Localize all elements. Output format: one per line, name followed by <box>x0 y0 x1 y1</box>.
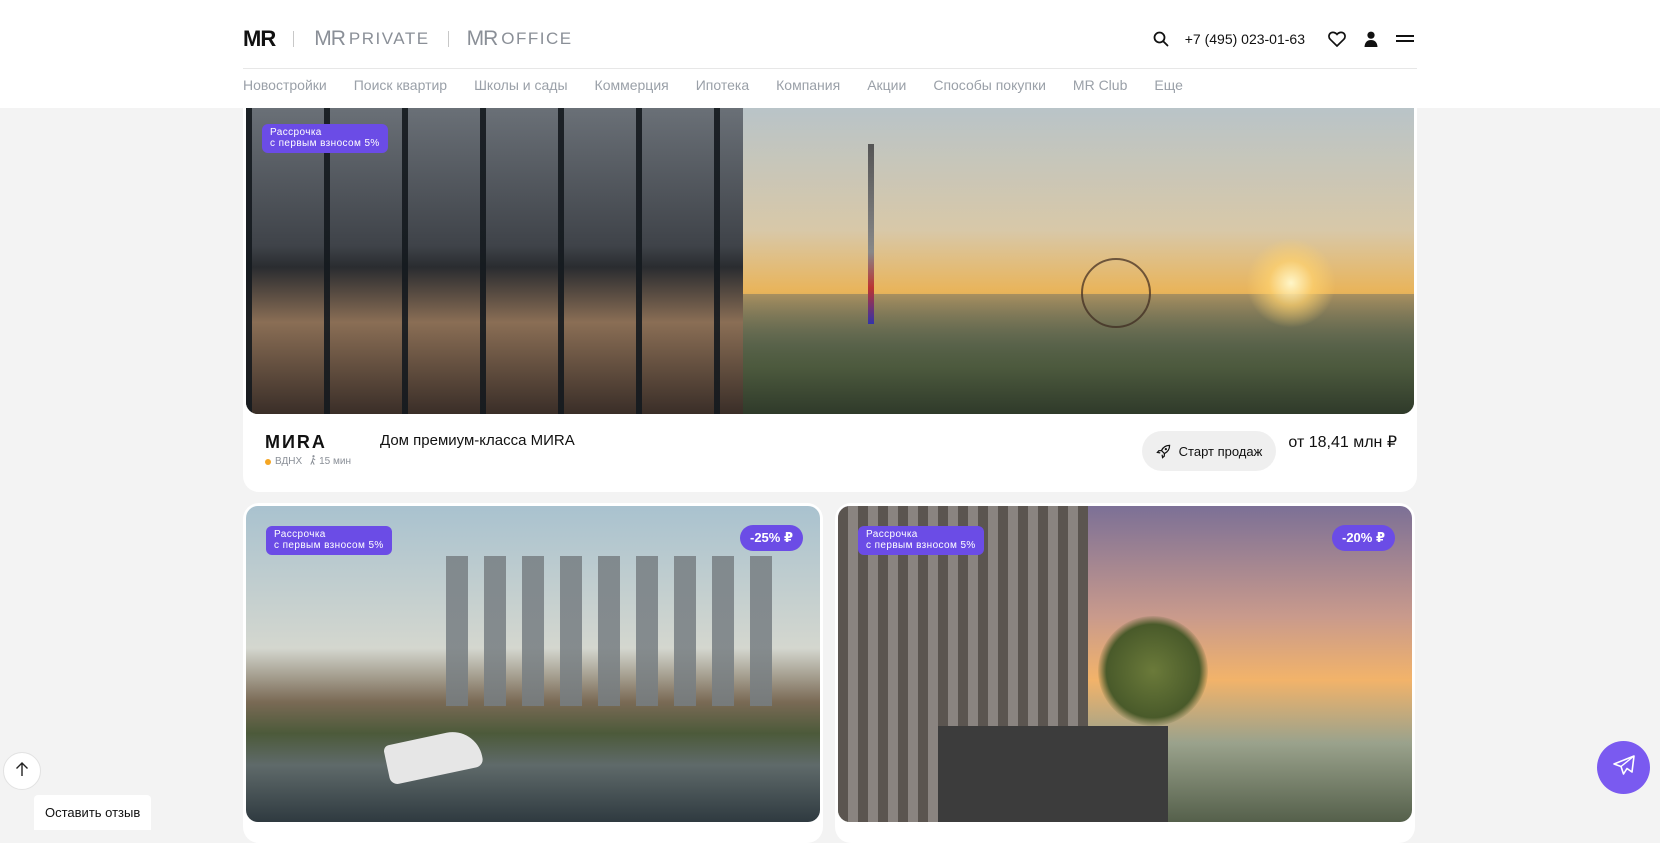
header-divider <box>243 68 1417 69</box>
project-price: от 18,41 млн ₽ <box>1288 434 1397 451</box>
mr-logo-mark: MR <box>243 26 276 51</box>
brand-logos: MR MR PRIVATE MR OFFICE <box>243 26 573 52</box>
sunset-glow <box>1246 238 1336 328</box>
logo-divider <box>447 31 449 47</box>
installment-badge-line1: Рассрочка <box>270 127 322 138</box>
walking-icon <box>310 455 316 468</box>
phone-link[interactable]: +7 (495) 023-01-63 <box>1185 31 1305 47</box>
nav-item-more[interactable]: Еще <box>1154 76 1183 94</box>
mr-private-logo[interactable]: MR PRIVATE <box>314 27 429 51</box>
scroll-to-top-button[interactable] <box>3 752 41 790</box>
project-card[interactable]: Рассрочка с первым взносом 5% -20% ₽ <box>835 503 1415 843</box>
metro-line-dot <box>265 458 271 465</box>
installment-badge-line2: с первым взносом 5% <box>866 540 976 551</box>
boat-shape <box>382 726 485 786</box>
featured-project-image: Рассрочка с первым взносом 5% <box>246 108 1414 414</box>
project-logo: МИRА <box>265 432 327 452</box>
metro-station: ВДНХ <box>275 456 303 467</box>
mr-office-word: OFFICE <box>501 29 573 48</box>
discount-badge: -25% ₽ <box>739 525 803 551</box>
nav-item-commercial[interactable]: Коммерция <box>595 76 669 94</box>
nav-item-payment-methods[interactable]: Способы покупки <box>933 76 1046 94</box>
paper-plane-icon <box>1612 755 1635 780</box>
installment-badge: Рассрочка с первым взносом 5% <box>858 526 984 555</box>
installment-badge: Рассрочка с первым взносом 5% <box>266 526 392 555</box>
facade-photo-part <box>246 108 743 414</box>
header-actions: +7 (495) 023-01-63 <box>1149 26 1417 52</box>
nav-item-mr-club[interactable]: MR Club <box>1073 76 1127 94</box>
nav-item-mortgage[interactable]: Ипотека <box>696 76 749 94</box>
featured-project-card[interactable]: Рассрочка с первым взносом 5% МИRА ВДНХ … <box>243 92 1417 492</box>
nav-item-apartment-search[interactable]: Поиск квартир <box>354 76 447 94</box>
skyline-shape <box>446 556 776 706</box>
installment-badge-line1: Рассрочка <box>274 529 326 540</box>
sales-start-label: Старт продаж <box>1178 443 1263 459</box>
project-image: Рассрочка с первым взносом 5% -25% ₽ <box>246 506 820 822</box>
installment-badge-line2: с первым взносом 5% <box>270 138 380 149</box>
leave-review-button[interactable]: Оставить отзыв <box>34 795 152 830</box>
rocket-icon <box>1155 444 1171 459</box>
main-nav: Новостройки Поиск квартир Школы и сады К… <box>243 76 1210 94</box>
mr-office-logo[interactable]: MR OFFICE <box>467 27 573 51</box>
nav-item-company[interactable]: Компания <box>776 76 840 94</box>
walk-time: 15 мин <box>319 456 352 467</box>
project-title[interactable]: Дом премиум-класса МИRА <box>380 432 575 449</box>
project-image: Рассрочка с первым взносом 5% -20% ₽ <box>838 506 1412 822</box>
ferris-wheel-shape <box>1081 258 1151 328</box>
discount-badge: -20% ₽ <box>1331 525 1395 551</box>
user-icon[interactable] <box>1359 27 1383 51</box>
mr-office-mark: MR <box>466 27 499 50</box>
sales-start-button[interactable]: Старт продаж <box>1142 431 1276 471</box>
mr-private-mark: MR <box>314 27 346 50</box>
nav-item-schools[interactable]: Школы и сады <box>474 76 567 94</box>
mr-private-word: PRIVATE <box>348 29 430 48</box>
installment-badge-line2: с первым взносом 5% <box>274 540 384 551</box>
nav-item-novostroyki[interactable]: Новостройки <box>243 76 327 94</box>
menu-icon[interactable] <box>1393 27 1417 51</box>
tree-shape <box>1098 616 1208 726</box>
heart-icon[interactable] <box>1325 27 1349 51</box>
telegram-button[interactable] <box>1597 741 1650 794</box>
tv-tower-shape <box>868 144 874 324</box>
installment-badge-line1: Рассрочка <box>866 529 918 540</box>
metro-info: ВДНХ 15 мин <box>265 455 351 468</box>
logo-divider <box>293 31 295 47</box>
nav-item-promotions[interactable]: Акции <box>867 76 906 94</box>
balcony-shape <box>938 726 1168 822</box>
installment-badge: Рассрочка с первым взносом 5% <box>262 124 388 153</box>
search-icon[interactable] <box>1149 27 1173 51</box>
site-header: MR MR PRIVATE MR OFFICE +7 (495) 023-01-… <box>0 0 1660 108</box>
arrow-up-icon <box>15 761 29 782</box>
mr-logo[interactable]: MR <box>243 26 276 52</box>
project-card[interactable]: Рассрочка с первым взносом 5% -25% ₽ <box>243 503 823 843</box>
